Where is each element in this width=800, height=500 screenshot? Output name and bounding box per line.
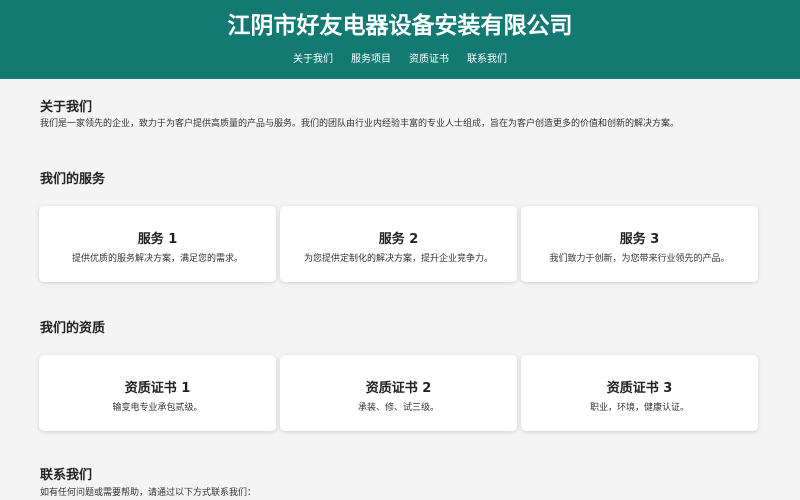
qualifications-title: 我们的资质 [40,321,106,336]
qualification-card-title: 资质证书 1 [124,381,191,396]
qualifications-section: 我们的资质 资质证书 1 输变电专业承包贰级。 资质证书 2 承装、修、试三级。… [39,321,760,431]
site-header: 江阴市好友电器设备安装有限公司 关于我们 服务项目 资质证书 联系我们 [0,0,800,79]
services-title: 我们的服务 [40,172,106,187]
service-card-text: 为您提供定制化的解决方案，提升企业竞争力。 [303,254,493,264]
contact-title: 联系我们 [40,468,93,483]
contact-text: 如有任何问题或需要帮助，请通过以下方式联系我们： [40,488,257,498]
service-card-title: 服务 2 [378,232,419,247]
qualification-card[interactable]: 资质证书 1 输变电专业承包贰级。 [39,355,276,431]
about-section: 关于我们 我们是一家领先的企业，致力于为客户提供高质量的产品与服务。我们的团队由… [40,79,760,130]
about-title: 关于我们 [40,100,93,115]
nav-link-about[interactable]: 关于我们 [293,53,333,67]
services-section: 我们的服务 服务 1 提供优质的服务解决方案，满足您的需求。 服务 2 为您提供… [39,172,760,282]
nav-link-services[interactable]: 服务项目 [351,53,391,67]
site-title: 江阴市好友电器设备安装有限公司 [227,13,573,39]
service-card[interactable]: 服务 2 为您提供定制化的解决方案，提升企业竞争力。 [280,206,517,282]
main-nav: 关于我们 服务项目 资质证书 联系我们 [0,53,800,67]
service-card-title: 服务 1 [137,232,178,247]
contact-section: 联系我们 如有任何问题或需要帮助，请通过以下方式联系我们： [40,468,760,499]
qualification-card-text: 承装、修、试三级。 [357,403,439,413]
qualification-card-text: 输变电专业承包贰级。 [112,403,203,413]
qualification-card[interactable]: 资质证书 3 职业，环境，健康认证。 [521,355,758,431]
nav-link-contact[interactable]: 联系我们 [467,53,507,67]
qualification-card-title: 资质证书 2 [365,381,432,396]
service-card[interactable]: 服务 1 提供优质的服务解决方案，满足您的需求。 [39,206,276,282]
service-card-title: 服务 3 [619,232,660,247]
services-cards: 服务 1 提供优质的服务解决方案，满足您的需求。 服务 2 为您提供定制化的解决… [39,206,760,282]
service-card-text: 我们致力于创新，为您带来行业领先的产品。 [549,254,730,264]
qualification-card-text: 职业，环境，健康认证。 [589,403,689,413]
service-card-text: 提供优质的服务解决方案，满足您的需求。 [71,254,243,264]
qualification-cards: 资质证书 1 输变电专业承包贰级。 资质证书 2 承装、修、试三级。 资质证书 … [39,355,760,431]
nav-link-qualifications[interactable]: 资质证书 [409,53,449,67]
main-content: 关于我们 我们是一家领先的企业，致力于为客户提供高质量的产品与服务。我们的团队由… [0,79,800,499]
qualification-card[interactable]: 资质证书 2 承装、修、试三级。 [280,355,517,431]
service-card[interactable]: 服务 3 我们致力于创新，为您带来行业领先的产品。 [521,206,758,282]
qualification-card-title: 资质证书 3 [606,381,673,396]
about-text: 我们是一家领先的企业，致力于为客户提供高质量的产品与服务。我们的团队由行业内经验… [40,119,680,129]
